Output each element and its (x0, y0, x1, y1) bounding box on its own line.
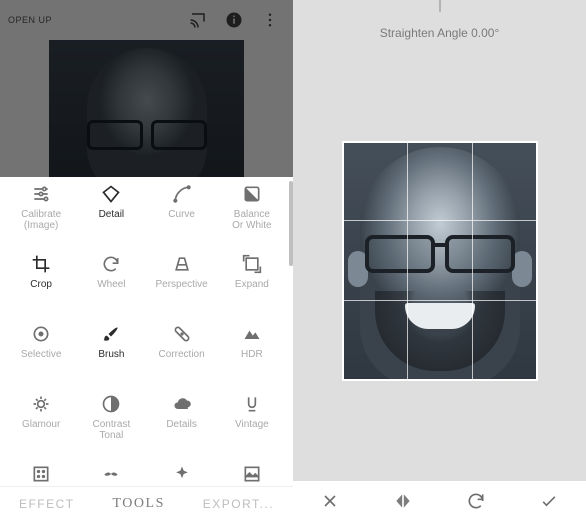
bottom-tabs: EFFECT TOOLS EXPORT... (0, 486, 293, 521)
tool-label: Vintage (235, 419, 269, 430)
tool-label: Contrast Tonal (92, 419, 130, 441)
hdr-icon (238, 323, 266, 345)
tool-brush[interactable]: Brush (76, 323, 146, 385)
tool-label: HDR (241, 349, 263, 360)
tab-tools[interactable]: TOOLS (113, 496, 165, 512)
vintage-icon (238, 393, 266, 415)
cloud-icon (168, 393, 196, 415)
image-preview (0, 40, 293, 177)
tool-label: Expand (235, 279, 269, 290)
tool-crop[interactable]: Crop (6, 253, 76, 315)
tool-perspective[interactable]: Perspective (147, 253, 217, 315)
confirm-button[interactable] (529, 481, 569, 521)
image-icon (238, 463, 266, 485)
preview-face (49, 40, 244, 177)
tool-glamour[interactable]: Glamour (6, 393, 76, 455)
tab-effect[interactable]: EFFECT (19, 497, 75, 511)
detail-icon (97, 183, 125, 205)
tool-bandage[interactable]: Correction (147, 323, 217, 385)
expand-icon (238, 253, 266, 275)
tool-label: Wheel (97, 279, 125, 290)
tab-export[interactable]: EXPORT... (203, 497, 274, 511)
straighten-pane: Straighten Angle 0.00° (293, 0, 586, 521)
tools-scrollbar[interactable] (289, 181, 293, 266)
tool-cloud[interactable]: Details (147, 393, 217, 455)
tool-curve[interactable]: Curve (147, 183, 217, 245)
topbar: OPEN UP (0, 0, 293, 40)
tool-sliders[interactable]: Calibrate (Image) (6, 183, 76, 245)
crop-icon (27, 253, 55, 275)
tool-label: Perspective (156, 279, 208, 290)
tools-panel: Calibrate (Image) Detail Curve Balance Or W… (0, 177, 293, 486)
crop-frame[interactable] (342, 141, 538, 381)
mustache-icon (97, 463, 125, 485)
rotate-button[interactable] (456, 481, 496, 521)
tool-target[interactable]: Selective (6, 323, 76, 385)
sliders-icon (27, 183, 55, 205)
balance-icon (238, 183, 266, 205)
curve-icon (168, 183, 196, 205)
angle-tick (439, 0, 440, 12)
open-button[interactable]: OPEN UP (8, 15, 52, 25)
tool-label: Glamour (22, 419, 60, 430)
tool-label: Correction (159, 349, 205, 360)
tool-label: Brush (98, 349, 124, 360)
target-icon (27, 323, 55, 345)
tool-label: Calibrate (Image) (21, 209, 61, 231)
tool-image[interactable]: Blur (217, 463, 287, 486)
tool-expand[interactable]: Expand (217, 253, 287, 315)
bandage-icon (168, 323, 196, 345)
tool-rotate[interactable]: Wheel (76, 253, 146, 315)
tool-label: Details (166, 419, 197, 430)
tool-label: Detail (99, 209, 125, 220)
flip-button[interactable] (383, 481, 423, 521)
brush-icon (97, 323, 125, 345)
contrast-icon (97, 393, 125, 415)
sparkle-icon (168, 463, 196, 485)
frame-icon (27, 463, 55, 485)
menu-dots-icon[interactable] (261, 11, 279, 29)
editor-left-pane: OPEN UP Calibrate (Image) Detail Curve Bala… (0, 0, 293, 521)
crop-area[interactable] (293, 40, 586, 481)
cancel-button[interactable] (310, 481, 350, 521)
tool-frame[interactable]: Frame (6, 463, 76, 486)
info-icon[interactable] (225, 11, 243, 29)
angle-readout: Straighten Angle 0.00° (293, 26, 586, 40)
tool-label: Balance Or White (232, 209, 271, 231)
tool-label: Curve (168, 209, 195, 220)
tool-balance[interactable]: Balance Or White (217, 183, 287, 245)
tool-label: Crop (30, 279, 52, 290)
rotate-icon (97, 253, 125, 275)
crop-actions (293, 481, 586, 521)
tool-contrast[interactable]: Contrast Tonal (76, 393, 146, 455)
tool-hdr[interactable]: HDR (217, 323, 287, 385)
tool-sparkle[interactable]: Grunge (147, 463, 217, 486)
tool-vintage[interactable]: Vintage (217, 393, 287, 455)
perspective-icon (168, 253, 196, 275)
tool-mustache[interactable]: Retro (76, 463, 146, 486)
cast-icon[interactable] (189, 11, 207, 29)
tool-detail[interactable]: Detail (76, 183, 146, 245)
tool-label: Selective (21, 349, 62, 360)
glamour-icon (27, 393, 55, 415)
